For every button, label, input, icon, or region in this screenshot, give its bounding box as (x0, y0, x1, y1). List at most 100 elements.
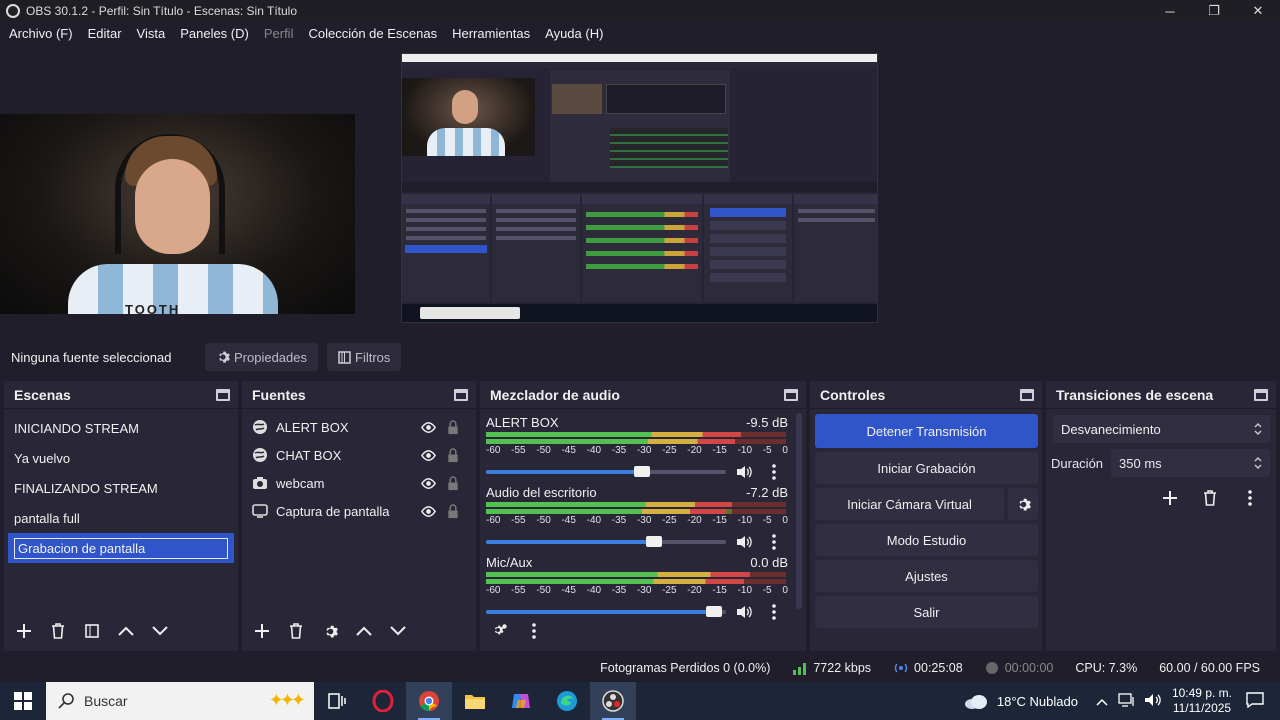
start-virtual-camera-button[interactable]: Iniciar Cámara Virtual (815, 488, 1004, 520)
studio-mode-button[interactable]: Modo Estudio (815, 524, 1038, 556)
weather-widget[interactable]: 18°C Nublado (963, 693, 1078, 709)
lock-icon[interactable] (447, 448, 459, 463)
volume-icon[interactable] (1144, 693, 1162, 710)
minimize-button[interactable]: ─ (1148, 0, 1192, 22)
menu-herramientas[interactable]: Herramientas (443, 26, 536, 41)
visibility-eye-icon[interactable] (421, 476, 436, 491)
dock-float-icon[interactable] (1020, 388, 1034, 401)
volume-slider-fill (486, 540, 654, 544)
volume-slider[interactable] (486, 536, 726, 547)
audio-settings-button[interactable] (486, 618, 514, 644)
edge-app-button[interactable] (544, 682, 590, 720)
transition-menu-button[interactable] (1236, 485, 1264, 511)
scene-item-selected[interactable]: Grabacion de pantalla (8, 533, 234, 563)
vertical-dots-icon (532, 623, 536, 639)
start-button[interactable] (0, 682, 46, 720)
dock-float-icon[interactable] (216, 388, 230, 401)
menu-coleccion-escenas[interactable]: Colección de Escenas (299, 26, 443, 41)
no-source-selected-label: Ninguna fuente seleccionad (11, 349, 172, 365)
move-source-down-button[interactable] (384, 618, 412, 644)
add-transition-button[interactable] (1156, 485, 1184, 511)
virtual-camera-settings-button[interactable] (1008, 488, 1038, 520)
task-view-button[interactable] (314, 682, 360, 720)
vertical-dots-icon[interactable] (772, 534, 776, 550)
source-properties-button[interactable] (316, 618, 344, 644)
scene-list: INICIANDO STREAM Ya vuelvo FINALIZANDO S… (4, 409, 238, 563)
source-item[interactable]: ALERT BOX (242, 413, 476, 441)
dock-float-icon[interactable] (784, 388, 798, 401)
add-scene-button[interactable] (10, 618, 38, 644)
move-source-up-button[interactable] (350, 618, 378, 644)
scene-item[interactable]: pantalla full (4, 503, 238, 533)
chrome-app-button[interactable] (406, 682, 452, 720)
duration-spinbox[interactable]: 350 ms (1111, 449, 1270, 477)
lock-icon[interactable] (447, 420, 459, 435)
dock-float-icon[interactable] (454, 388, 468, 401)
source-item[interactable]: CHAT BOX (242, 441, 476, 469)
mixer-menu-button[interactable] (520, 618, 548, 644)
remove-source-button[interactable] (282, 618, 310, 644)
scene-item[interactable]: Ya vuelvo (4, 443, 238, 473)
start-recording-button[interactable]: Iniciar Grabación (815, 452, 1038, 484)
taskbar-search[interactable]: Buscar ✦✦✦ (46, 682, 314, 720)
speaker-icon[interactable] (736, 465, 752, 479)
gears-icon (495, 624, 507, 635)
move-scene-up-button[interactable] (112, 618, 140, 644)
opera-icon (372, 690, 394, 712)
network-icon[interactable] (1118, 692, 1136, 710)
clock[interactable]: 10:49 p. m. 11/11/2025 (1172, 686, 1232, 716)
scene-filters-button[interactable] (78, 618, 106, 644)
stop-streaming-button[interactable]: Detener Transmisión (815, 414, 1038, 448)
visibility-eye-icon[interactable] (421, 504, 436, 519)
meter-tick-label: -20 (687, 585, 702, 596)
speaker-icon[interactable] (736, 535, 752, 549)
meter-tick-label: -55 (511, 585, 526, 596)
move-scene-down-button[interactable] (146, 618, 174, 644)
volume-slider-handle[interactable] (634, 466, 650, 477)
webcam-source-preview[interactable]: TOOTH (0, 114, 355, 314)
visibility-eye-icon[interactable] (421, 448, 436, 463)
lock-icon[interactable] (447, 504, 459, 519)
dock-float-icon[interactable] (1254, 388, 1268, 401)
menu-archivo[interactable]: Archivo (F) (0, 26, 79, 41)
bitrate-value: 7722 kbps (813, 661, 872, 675)
filter-icon (338, 350, 351, 364)
volume-slider[interactable] (486, 466, 726, 477)
close-button[interactable]: ✕ (1236, 0, 1280, 22)
menu-ayuda[interactable]: Ayuda (H) (536, 26, 609, 41)
settings-button[interactable]: Ajustes (815, 560, 1038, 592)
remove-transition-button[interactable] (1196, 485, 1224, 511)
opera-app-button[interactable] (360, 682, 406, 720)
mixer-scrollbar[interactable] (796, 413, 802, 609)
restore-button[interactable]: ❐ (1192, 0, 1236, 22)
preview-canvas[interactable]: TOOTH (0, 44, 1280, 336)
spinbox-arrows-icon[interactable] (1254, 456, 1262, 470)
volume-slider-handle[interactable] (646, 536, 662, 547)
file-explorer-button[interactable] (452, 682, 498, 720)
vertical-dots-icon[interactable] (772, 464, 776, 480)
screen-capture-preview[interactable] (401, 53, 878, 323)
menu-vista[interactable]: Vista (128, 26, 172, 41)
filters-button[interactable]: Filtros (327, 343, 402, 371)
exit-button[interactable]: Salir (815, 596, 1038, 628)
lock-icon[interactable] (447, 476, 459, 491)
sources-footer (242, 611, 476, 651)
source-item[interactable]: webcam (242, 469, 476, 497)
visibility-eye-icon[interactable] (421, 420, 436, 435)
properties-button[interactable]: Propiedades (205, 343, 318, 371)
remove-scene-button[interactable] (44, 618, 72, 644)
menu-editar[interactable]: Editar (79, 26, 128, 41)
menu-paneles[interactable]: Paneles (D) (171, 26, 255, 41)
obs-app-button[interactable] (590, 682, 636, 720)
menu-perfil[interactable]: Perfil (255, 26, 300, 41)
source-item[interactable]: Captura de pantalla (242, 497, 476, 525)
scene-item[interactable]: FINALIZANDO STREAM (4, 473, 238, 503)
tray-expand-icon[interactable] (1096, 694, 1108, 709)
copilot-app-button[interactable] (498, 682, 544, 720)
edge-icon (557, 691, 577, 711)
add-source-button[interactable] (248, 618, 276, 644)
scene-item[interactable]: INICIANDO STREAM (4, 413, 238, 443)
notifications-icon[interactable] (1246, 691, 1264, 711)
transition-select[interactable]: Desvanecimiento (1053, 415, 1270, 443)
channel-name: Audio del escritorio (486, 485, 597, 500)
